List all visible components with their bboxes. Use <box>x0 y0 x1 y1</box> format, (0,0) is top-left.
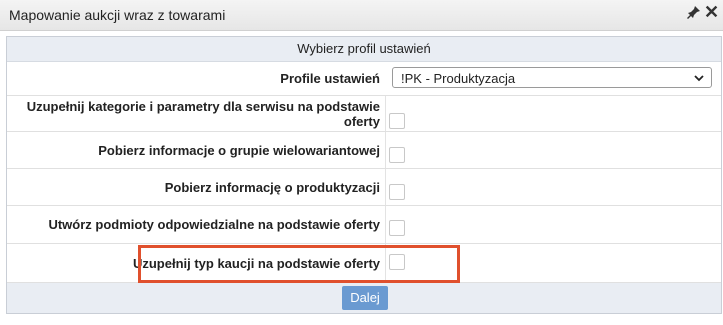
profile-select-value: !PK - Produktyzacja <box>401 71 516 86</box>
next-button[interactable]: Dalej <box>342 286 388 310</box>
option-checkbox[interactable] <box>389 184 405 200</box>
mapping-dialog: Mapowanie aukcji wraz z towarami ✕ Wybie… <box>0 0 723 325</box>
profile-label: Profile ustawień <box>280 71 380 86</box>
option-checkbox[interactable] <box>389 113 405 129</box>
column-divider <box>385 244 386 282</box>
settings-panel: Wybierz profil ustawień Profile ustawień… <box>6 36 722 314</box>
option-label: Pobierz informację o produktyzacji <box>164 179 380 195</box>
option-checkbox[interactable] <box>389 147 405 163</box>
option-checkbox[interactable] <box>389 254 405 270</box>
option-row: Pobierz informację o produktyzacji <box>7 169 721 206</box>
profile-row: Profile ustawień !PK - Produktyzacja <box>7 62 721 96</box>
dialog-footer: Dalej <box>7 283 721 313</box>
column-divider <box>385 206 386 243</box>
section-header: Wybierz profil ustawień <box>7 37 721 62</box>
column-divider <box>385 169 386 205</box>
option-label: Uzupełnij kategorie i parametry dla serw… <box>26 98 380 129</box>
option-label: Pobierz informacje o grupie wielowariant… <box>98 142 380 158</box>
column-divider <box>385 132 386 168</box>
option-row: Utwórz podmioty odpowiedzialne na podsta… <box>7 206 721 244</box>
option-row: Uzupełnij typ kaucji na podstawie oferty <box>7 244 721 283</box>
pin-icon[interactable] <box>686 4 702 20</box>
option-checkbox[interactable] <box>389 220 405 236</box>
dialog-titlebar: Mapowanie aukcji wraz z towarami ✕ <box>0 0 723 31</box>
option-row: Pobierz informacje o grupie wielowariant… <box>7 132 721 169</box>
profile-select[interactable]: !PK - Produktyzacja <box>392 67 712 88</box>
option-label: Uzupełnij typ kaucji na podstawie oferty <box>132 255 380 271</box>
column-divider <box>385 96 386 131</box>
option-row: Uzupełnij kategorie i parametry dla serw… <box>7 96 721 132</box>
option-label: Utwórz podmioty odpowiedzialne na podsta… <box>48 217 380 232</box>
close-icon[interactable]: ✕ <box>704 3 720 21</box>
chevron-down-icon <box>693 68 705 96</box>
dialog-title: Mapowanie aukcji wraz z towarami <box>9 7 226 23</box>
